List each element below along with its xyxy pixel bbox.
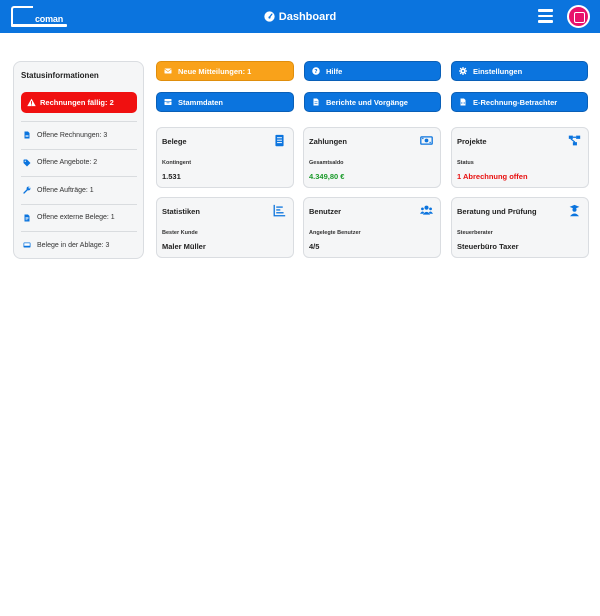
top-bar: coman Dashboard [0, 0, 600, 33]
card-title: Beratung und Prüfung [457, 207, 537, 216]
help-label: Hilfe [326, 66, 343, 76]
card-title: Benutzer [309, 207, 342, 216]
card-label: Status [457, 160, 474, 166]
new-messages-button[interactable]: Neue Mitteilungen: 1 [156, 61, 294, 81]
status-item-label: Offene Angebote: 2 [37, 159, 98, 167]
chart-list-icon [273, 204, 286, 217]
card-title: Projekte [457, 137, 487, 146]
card-label: Gesamtsaldo [309, 160, 344, 166]
settings-label: Einstellungen [473, 66, 523, 76]
page-title-text: Dashboard [278, 10, 337, 23]
document-icon [275, 134, 284, 147]
card-label: Bester Kunde [162, 230, 198, 236]
card-benutzer[interactable]: Benutzer Angelegte Benutzer 4/5 [303, 197, 441, 258]
status-documents-in-storage[interactable]: Belege in der Ablage: 3 [21, 231, 137, 259]
status-sidebar: Statusinformationen Rechnungen fällig: 2… [13, 61, 144, 259]
reports-button[interactable]: Berichte und Vorgänge [304, 92, 441, 112]
inbox-icon [23, 242, 31, 248]
question-circle-icon: ? [312, 67, 320, 75]
advisor-icon [569, 204, 580, 217]
page-title: Dashboard [0, 0, 600, 33]
file-text-icon [24, 214, 30, 222]
invoices-due-alert-button[interactable]: Rechnungen fällig: 2 [21, 92, 137, 113]
svg-text:?: ? [314, 69, 317, 75]
envelope-icon [164, 68, 172, 74]
card-statistiken[interactable]: Statistiken Bester Kunde Maler Müller [156, 197, 294, 258]
card-value: 4/5 [309, 242, 320, 251]
new-messages-label: Neue Mitteilungen: 1 [178, 66, 252, 76]
hamburger-menu-icon[interactable] [538, 9, 553, 23]
e-invoice-viewer-label: E-Rechnung-Betrachter [473, 97, 558, 107]
sidebar-title: Statusinformationen [21, 71, 99, 80]
master-data-label: Stammdaten [178, 97, 224, 107]
dashboard-gauge-icon [264, 11, 275, 22]
users-icon [420, 205, 433, 215]
card-value: 1 Abrechnung offen [457, 172, 528, 181]
card-value: 4.349,80 € [309, 172, 345, 181]
e-invoice-viewer-button[interactable]: E-Rechnung-Betrachter [451, 92, 588, 112]
alert-label: Rechnungen fällig: 2 [40, 98, 114, 107]
master-data-button[interactable]: Stammdaten [156, 92, 294, 112]
reports-label: Berichte und Vorgänge [326, 97, 408, 107]
file-code-icon [460, 98, 466, 106]
file-text-icon [313, 98, 319, 106]
card-title: Belege [162, 137, 187, 146]
help-button[interactable]: ? Hilfe [304, 61, 441, 81]
card-zahlungen[interactable]: Zahlungen Gesamtsaldo 4.349,80 € [303, 127, 441, 188]
user-avatar[interactable] [567, 5, 590, 28]
card-label: Angelegte Benutzer [309, 230, 361, 236]
card-value: Maler Müller [162, 242, 206, 251]
status-item-label: Offene Aufträge: 1 [37, 186, 94, 194]
status-list: Offene Rechnungen: 3 Offene Angebote: 2 … [21, 121, 137, 259]
money-icon [420, 136, 433, 145]
card-projekte[interactable]: Projekte Status 1 Abrechnung offen [451, 127, 589, 188]
card-value: 1.531 [162, 172, 181, 181]
status-open-external-documents[interactable]: Offene externe Belege: 1 [21, 203, 137, 232]
card-title: Zahlungen [309, 137, 347, 146]
status-open-orders[interactable]: Offene Aufträge: 1 [21, 176, 137, 204]
card-title: Statistiken [162, 207, 200, 216]
wrench-icon [23, 186, 31, 194]
database-icon [164, 99, 172, 105]
status-item-label: Belege in der Ablage: 3 [37, 241, 110, 249]
card-value: Steuerbüro Taxer [457, 242, 519, 251]
warning-triangle-icon [27, 98, 36, 107]
status-open-offers[interactable]: Offene Angebote: 2 [21, 148, 137, 177]
status-item-label: Offene Rechnungen: 3 [37, 131, 108, 139]
gear-icon [459, 67, 467, 75]
project-diagram-icon [568, 135, 581, 146]
card-label: Kontingent [162, 160, 192, 166]
status-item-label: Offene externe Belege: 1 [37, 214, 115, 222]
file-icon [24, 131, 30, 139]
settings-button[interactable]: Einstellungen [451, 61, 588, 81]
tag-icon [23, 159, 31, 167]
card-beratung-pruefung[interactable]: Beratung und Prüfung Steuerberater Steue… [451, 197, 589, 258]
status-open-invoices[interactable]: Offene Rechnungen: 3 [21, 121, 137, 149]
card-belege[interactable]: Belege Kontingent 1.531 [156, 127, 294, 188]
card-label: Steuerberater [457, 230, 493, 236]
